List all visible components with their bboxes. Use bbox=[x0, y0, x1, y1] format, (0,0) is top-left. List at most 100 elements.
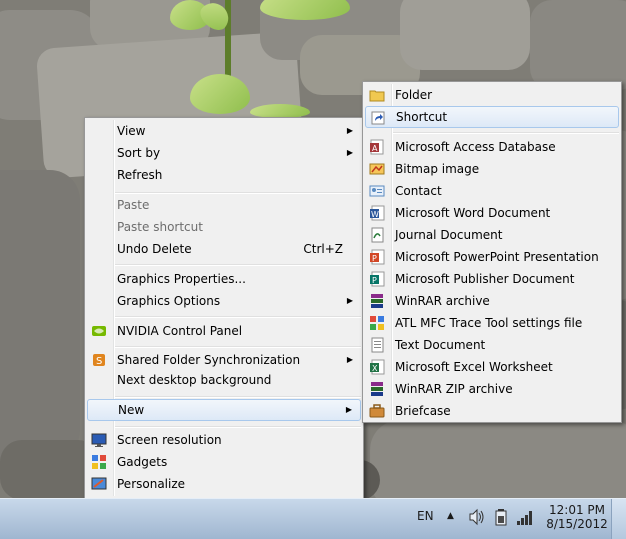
svg-text:S: S bbox=[96, 356, 102, 367]
journal-icon bbox=[369, 227, 385, 243]
new-item-bitmap-image[interactable]: Bitmap image bbox=[365, 158, 619, 180]
new-item-winrar-archive[interactable]: WinRAR archive bbox=[365, 290, 619, 312]
menu-item-label: Graphics Properties... bbox=[117, 272, 246, 286]
atl-trace-icon bbox=[369, 315, 385, 331]
menu-item-label: New bbox=[118, 403, 145, 417]
menu-item-refresh[interactable]: Refresh bbox=[87, 164, 361, 186]
menu-item-label: Microsoft Publisher Document bbox=[395, 272, 575, 286]
new-item-access-database[interactable]: A Microsoft Access Database bbox=[365, 136, 619, 158]
menu-item-label: Next desktop background bbox=[117, 373, 272, 387]
clock[interactable]: 12:01 PM 8/15/2012 bbox=[544, 503, 610, 531]
menu-item-label: Graphics Options bbox=[117, 294, 221, 308]
menu-item-undo-delete[interactable]: Undo Delete Ctrl+Z bbox=[87, 238, 361, 260]
menu-separator bbox=[115, 426, 361, 428]
submenu-arrow-icon: ▶ bbox=[346, 126, 353, 135]
menu-item-new[interactable]: New ▶ bbox=[87, 399, 361, 421]
network-icon[interactable] bbox=[516, 508, 534, 529]
menu-item-sort-by[interactable]: Sort by ▶ bbox=[87, 142, 361, 164]
show-hidden-icons-icon[interactable]: ▲ bbox=[447, 511, 454, 521]
shortcut-key-label: Ctrl+Z bbox=[303, 242, 343, 256]
monitor-icon bbox=[91, 432, 107, 448]
menu-item-label: WinRAR archive bbox=[395, 294, 490, 308]
menu-item-label: Folder bbox=[395, 88, 433, 102]
menu-item-graphics-properties[interactable]: Graphics Properties... bbox=[87, 268, 361, 290]
new-item-contact[interactable]: Contact bbox=[365, 180, 619, 202]
new-item-atl-mfc-trace[interactable]: ATL MFC Trace Tool settings file bbox=[365, 312, 619, 334]
submenu-arrow-icon: ▶ bbox=[346, 296, 353, 305]
language-indicator[interactable]: EN bbox=[417, 509, 434, 523]
volume-icon[interactable] bbox=[468, 508, 486, 529]
submenu-arrow-icon: ▶ bbox=[346, 355, 353, 364]
menu-item-nvidia-control-panel[interactable]: NVIDIA Control Panel bbox=[87, 320, 361, 342]
menu-item-label: Undo Delete bbox=[117, 242, 192, 256]
battery-icon[interactable] bbox=[495, 508, 507, 529]
menu-item-label: Gadgets bbox=[117, 455, 168, 469]
contact-icon bbox=[369, 183, 385, 199]
menu-item-label: Sort by bbox=[117, 146, 161, 160]
new-item-shortcut[interactable]: Shortcut bbox=[365, 106, 619, 128]
menu-separator bbox=[115, 264, 361, 266]
menu-item-label: Microsoft Word Document bbox=[395, 206, 551, 220]
menu-item-label: Contact bbox=[395, 184, 442, 198]
svg-text:W: W bbox=[371, 210, 379, 219]
menu-item-label: NVIDIA Control Panel bbox=[117, 324, 243, 338]
new-item-publisher[interactable]: P Microsoft Publisher Document bbox=[365, 268, 619, 290]
briefcase-icon bbox=[369, 403, 385, 419]
winrar-zip-icon bbox=[369, 381, 385, 397]
publisher-icon: P bbox=[369, 271, 385, 287]
folder-icon bbox=[369, 87, 385, 103]
access-icon: A bbox=[369, 139, 385, 155]
clock-time: 12:01 PM bbox=[549, 503, 605, 517]
show-desktop-button[interactable] bbox=[611, 499, 626, 539]
menu-item-label: Bitmap image bbox=[395, 162, 480, 176]
powerpoint-icon: P bbox=[369, 249, 385, 265]
menu-item-label: View bbox=[117, 124, 146, 138]
taskbar: EN ▲ 12:01 PM 8/15/2012 bbox=[0, 498, 626, 539]
new-submenu: Folder Shortcut A Microsoft Access Datab… bbox=[362, 81, 622, 423]
menu-item-next-desktop-background[interactable]: Next desktop background bbox=[87, 369, 361, 391]
menu-item-label: Paste bbox=[117, 198, 150, 212]
menu-item-gadgets[interactable]: Gadgets bbox=[87, 451, 361, 473]
menu-item-shared-folder-sync[interactable]: S Shared Folder Synchronization ▶ bbox=[87, 349, 361, 371]
menu-item-graphics-options[interactable]: Graphics Options ▶ bbox=[87, 290, 361, 312]
svg-text:P: P bbox=[372, 254, 377, 263]
gadgets-icon bbox=[91, 454, 107, 470]
menu-item-paste[interactable]: Paste bbox=[87, 194, 361, 216]
new-item-powerpoint[interactable]: P Microsoft PowerPoint Presentation bbox=[365, 246, 619, 268]
menu-separator bbox=[115, 316, 361, 318]
menu-item-paste-shortcut[interactable]: Paste shortcut bbox=[87, 216, 361, 238]
menu-separator bbox=[393, 132, 619, 134]
menu-item-label: Microsoft Excel Worksheet bbox=[395, 360, 553, 374]
menu-separator bbox=[115, 396, 361, 398]
new-item-text-document[interactable]: Text Document bbox=[365, 334, 619, 356]
shortcut-icon bbox=[370, 110, 386, 126]
svg-text:P: P bbox=[372, 276, 377, 285]
new-item-folder[interactable]: Folder bbox=[365, 84, 619, 106]
menu-item-label: Microsoft PowerPoint Presentation bbox=[395, 250, 599, 264]
menu-item-screen-resolution[interactable]: Screen resolution bbox=[87, 429, 361, 451]
bitmap-icon bbox=[369, 161, 385, 177]
winrar-icon bbox=[369, 293, 385, 309]
menu-item-label: Shared Folder Synchronization bbox=[117, 353, 301, 367]
new-item-word-document[interactable]: W Microsoft Word Document bbox=[365, 202, 619, 224]
submenu-arrow-icon: ▶ bbox=[346, 148, 353, 157]
text-document-icon bbox=[369, 337, 385, 353]
menu-item-label: Personalize bbox=[117, 477, 186, 491]
menu-item-personalize[interactable]: Personalize bbox=[87, 473, 361, 495]
clock-date: 8/15/2012 bbox=[546, 517, 608, 531]
menu-item-view[interactable]: View ▶ bbox=[87, 120, 361, 142]
new-item-winrar-zip[interactable]: WinRAR ZIP archive bbox=[365, 378, 619, 400]
excel-icon: X bbox=[369, 359, 385, 375]
menu-item-label: Microsoft Access Database bbox=[395, 140, 556, 154]
menu-item-label: Text Document bbox=[395, 338, 486, 352]
menu-item-label: Refresh bbox=[117, 168, 163, 182]
new-item-excel-worksheet[interactable]: X Microsoft Excel Worksheet bbox=[365, 356, 619, 378]
menu-item-label: WinRAR ZIP archive bbox=[395, 382, 513, 396]
menu-item-label: Shortcut bbox=[396, 110, 448, 124]
new-item-journal-document[interactable]: Journal Document bbox=[365, 224, 619, 246]
menu-item-label: ATL MFC Trace Tool settings file bbox=[395, 316, 583, 330]
menu-separator bbox=[115, 346, 361, 348]
new-item-briefcase[interactable]: Briefcase bbox=[365, 400, 619, 422]
nvidia-icon bbox=[91, 323, 107, 339]
svg-text:A: A bbox=[372, 144, 378, 153]
